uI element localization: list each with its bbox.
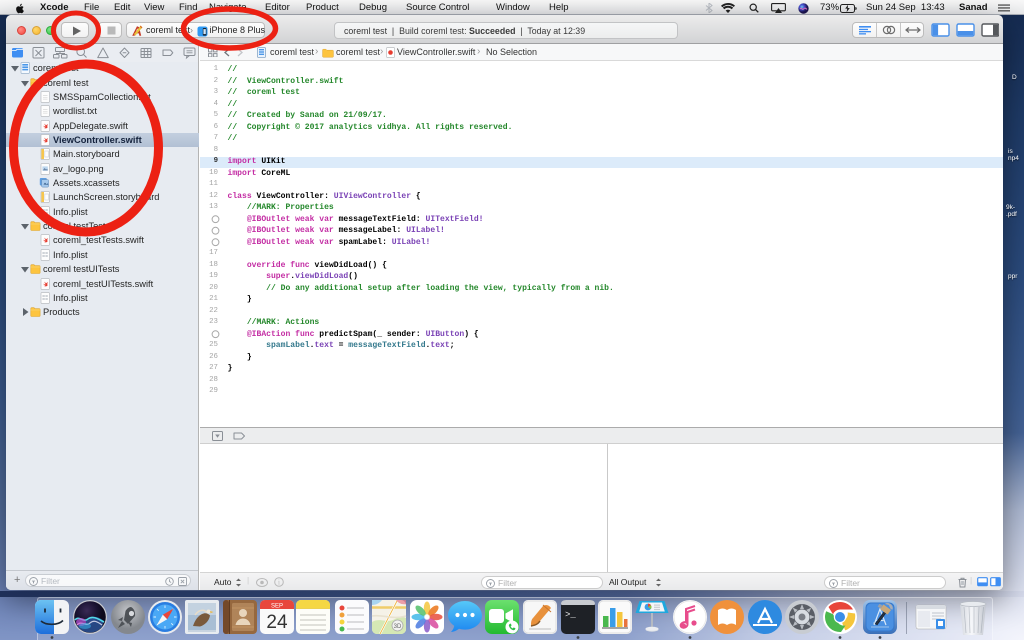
svg-text:3D: 3D: [394, 624, 402, 630]
svg-text:SEP: SEP: [271, 604, 283, 610]
svg-text:i: i: [278, 579, 280, 587]
svg-text:24: 24: [266, 612, 288, 633]
svg-text:>_: >_: [565, 610, 576, 620]
